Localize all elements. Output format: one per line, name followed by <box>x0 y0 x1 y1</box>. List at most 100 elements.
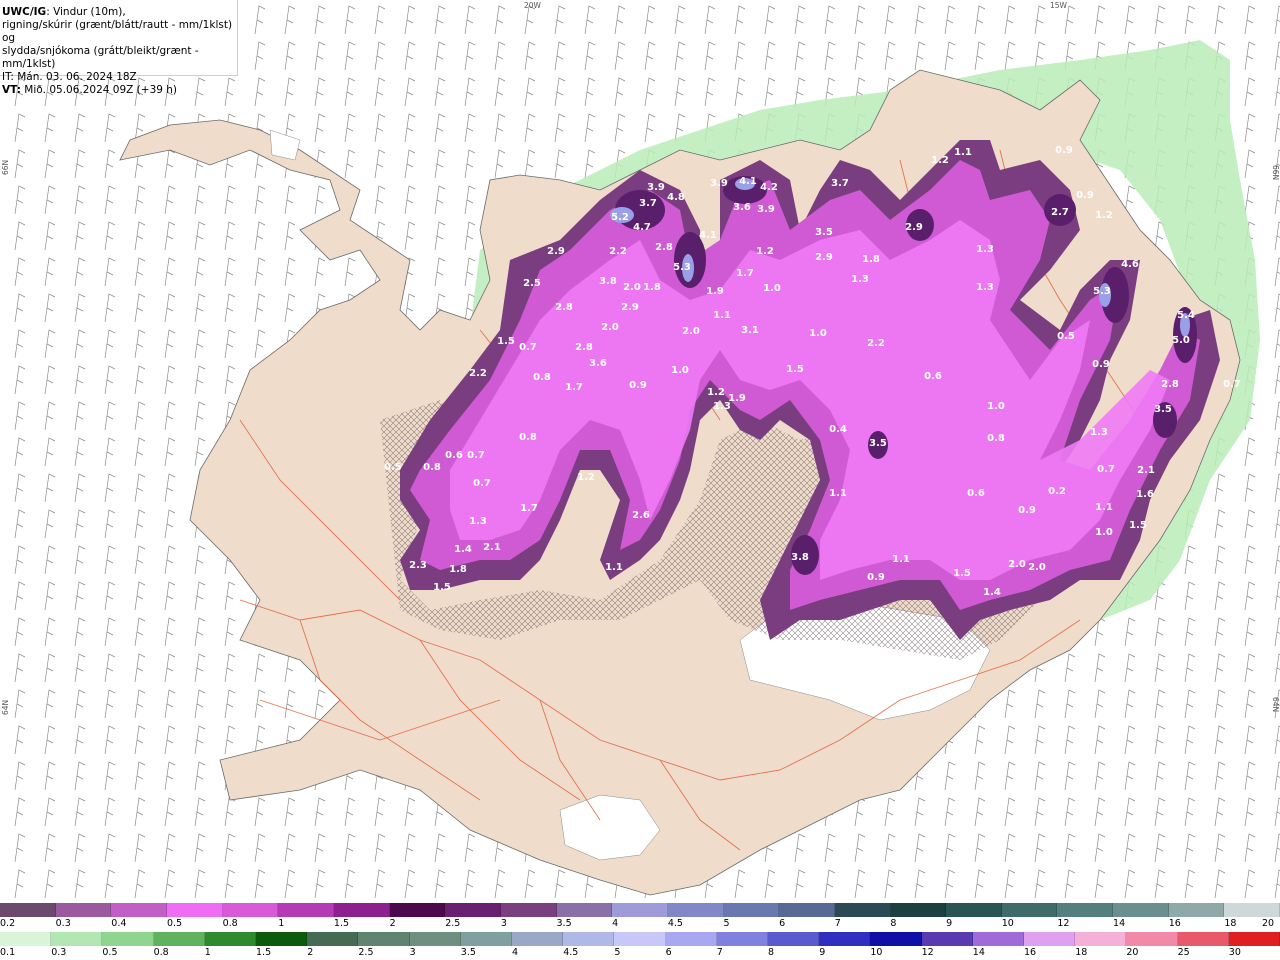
precip-value-label: 1.5 <box>433 582 451 593</box>
precip-value-label: 2.7 <box>1051 207 1069 218</box>
precip-value-label: 1.1 <box>713 310 731 321</box>
legend-rain-tick-label: 12 <box>921 947 934 958</box>
precip-value-label: 2.3 <box>409 560 427 571</box>
legend-rain-swatch <box>1126 932 1178 946</box>
precip-value-label: 0.6 <box>445 450 463 461</box>
precip-value-label: 1.8 <box>862 254 880 265</box>
legend-snow-tick-label: 7 <box>834 918 841 929</box>
coord-label-64n-right: 64N <box>1271 697 1280 712</box>
legend-rain-swatch <box>512 932 564 946</box>
legend-rain: 0.1 0.3 0.5 0.8 1 1.5 2 2.5 3 3.5 4 4.5 5 6 7 8 9 10 12 14 1… <box>0 932 1280 960</box>
precip-value-label: 3.8 <box>791 552 809 563</box>
legend-rain-swatch <box>1228 932 1280 946</box>
precip-value-label: 2.0 <box>682 326 700 337</box>
legend-rain-swatch <box>870 932 922 946</box>
legend-snow-tick-label: 12 <box>1057 918 1070 929</box>
legend-snow-swatch <box>1057 903 1114 917</box>
legend-snow-tick-label: 16 <box>1168 918 1181 929</box>
precip-value-label: 3.1 <box>741 325 759 336</box>
legend-rain-tick-label: 3.5 <box>460 947 476 958</box>
legend-snow-swatch <box>946 903 1002 917</box>
legend-snow-swatch <box>278 903 334 917</box>
legend-snow-tick-label: 4.5 <box>667 918 683 929</box>
legend-snow-swatch <box>1001 903 1058 917</box>
legend-rain-swatch <box>358 932 410 946</box>
legend-rain-tick-label: 9 <box>819 947 826 958</box>
legend-snow-tick-label: 14 <box>1113 918 1126 929</box>
precip-value-label: 2.1 <box>1137 465 1155 476</box>
precip-value-label: 2.0 <box>623 282 641 293</box>
legend-snow-swatch <box>111 903 167 917</box>
legend-rain-swatch <box>0 932 52 946</box>
legend-rain-swatches <box>0 932 1280 946</box>
legend-rain-tick-label: 1.5 <box>256 947 272 958</box>
precip-value-label: 2.8 <box>555 302 573 313</box>
legend-snow-swatches <box>0 903 1280 917</box>
precip-value-label: 0.4 <box>829 424 847 435</box>
precip-value-label: 0.6 <box>924 371 942 382</box>
precip-value-label: 1.1 <box>605 562 623 573</box>
precip-value-label: 1.2 <box>756 246 774 257</box>
legend-snow-swatch <box>612 903 668 917</box>
legend-rain-swatch <box>307 932 359 946</box>
precip-value-label: 2.6 <box>632 510 650 521</box>
info-line-1-text: : Vindur (10m), <box>46 6 126 18</box>
coord-label-66n-left: 66N <box>1 160 10 175</box>
legend-rain-swatch <box>1075 932 1127 946</box>
precip-value-label: 4.6 <box>1121 259 1139 270</box>
legend-snow-tick-label: 3 <box>500 918 507 929</box>
precip-value-label: 0.7 <box>467 450 485 461</box>
precip-value-label: 1.5 <box>953 568 971 579</box>
precip-value-label: 0.8 <box>987 433 1005 444</box>
legend-rain-swatch <box>716 932 769 946</box>
legend-snow-swatch <box>1224 903 1280 917</box>
precip-value-label: 0.7 <box>519 342 537 353</box>
precip-value-label: 0.9 <box>867 572 885 583</box>
precip-value-label: 0.7 <box>473 478 491 489</box>
valid-time-prefix: VT: <box>2 84 21 96</box>
precip-value-label: 1.3 <box>469 516 487 527</box>
precip-value-label: 1.4 <box>983 587 1001 598</box>
precip-value-label: 1.0 <box>987 401 1005 412</box>
precip-value-label: 1.2 <box>707 387 725 398</box>
legend-rain-tick-label: 6 <box>665 947 672 958</box>
legend-snow-swatch <box>166 903 223 917</box>
legend-snow-swatch <box>222 903 279 917</box>
valid-time-text: Mið. 05.06.2024 09Z (+39 h) <box>20 84 178 96</box>
precip-value-label: 0.7 <box>1097 464 1115 475</box>
legend-snow-tick-label: 0.3 <box>55 918 71 929</box>
precip-value-label: 0.5 <box>1057 331 1075 342</box>
legend-snow-tick-label: 2 <box>389 918 396 929</box>
precip-value-label: 2.0 <box>601 322 619 333</box>
precip-value-label: 4.1 <box>699 230 717 241</box>
precip-value-label: 0.9 <box>1055 145 1073 156</box>
precip-value-label: 0.5 <box>384 462 402 473</box>
precip-value-label: 1.0 <box>1095 527 1113 538</box>
precip-value-label: 1.7 <box>565 382 583 393</box>
legend-rain-tick-label: 4.5 <box>563 947 579 958</box>
precip-value-label: 1.0 <box>671 365 689 376</box>
precip-value-label: 1.7 <box>520 503 538 514</box>
coord-label-66n-right: 66N <box>1271 165 1280 180</box>
precip-value-label: 1.4 <box>454 544 472 555</box>
legend-rain-tick-label: 30 <box>1228 947 1241 958</box>
legend-snow-tick-label: 0.5 <box>166 918 183 929</box>
precip-value-label: 0.9 <box>629 380 647 391</box>
legend-snow-tick-label: 8 <box>890 918 897 929</box>
info-line-3: slydda/snjókoma (grátt/bleikt/grænt - mm… <box>2 45 199 70</box>
precip-value-label: 4.2 <box>760 182 778 193</box>
precip-value-label: 5.0 <box>1172 335 1190 346</box>
precip-value-label: 1.1 <box>1095 502 1113 513</box>
precip-value-label: 1.9 <box>728 393 746 404</box>
precip-value-label: 2.9 <box>621 302 639 313</box>
legend-rain-tick-label: 20 <box>1126 947 1139 958</box>
precip-value-label: 1.0 <box>763 283 781 294</box>
precip-value-label: 5.3 <box>1093 286 1111 297</box>
map-canvas[interactable]: 20W 15W 66N 64N 66N 64N 3.9 3.7 4.8 5.2 4.7 4… <box>0 0 1280 902</box>
legend-snow-tick-label: 0.2 <box>0 918 16 929</box>
legend-rain-swatch <box>51 932 103 946</box>
precip-value-label: 3.8 <box>599 276 617 287</box>
legend-snow-swatch <box>445 903 501 917</box>
legend-rain-swatch <box>153 932 205 946</box>
precip-value-label: 1.2 <box>1095 210 1113 221</box>
